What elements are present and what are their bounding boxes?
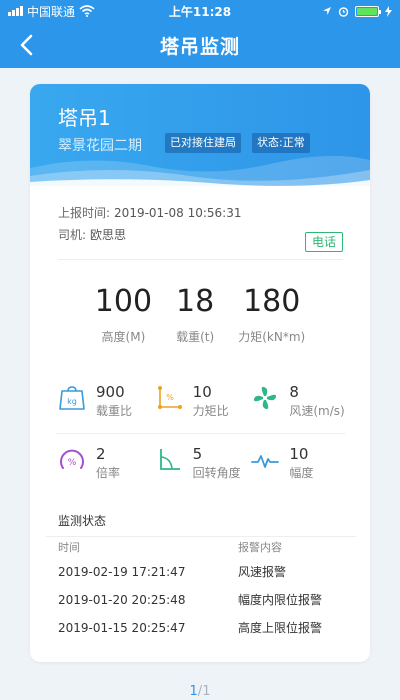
fan-icon (254, 386, 277, 410)
alarm-clock-icon (338, 6, 349, 17)
height-value: 100 (94, 284, 153, 319)
metric-wind-speed: 8 风速(m/s) (249, 382, 346, 433)
location-icon (323, 7, 331, 15)
signal-icon (8, 6, 23, 16)
crane-card: 塔吊1 翠景花园二期 已对接住建局 状态:正常 上报时间: 2019-01-08… (30, 84, 370, 662)
metric-value: 10 (192, 383, 212, 401)
row-alarm: 风速报警 (238, 565, 287, 579)
header-alarm: 报警内容 (238, 541, 282, 554)
row-alarm: 高度上限位报警 (238, 621, 323, 635)
table-header: 时间 报警内容 (46, 536, 356, 558)
report-time-value: 2019-01-08 10:56:31 (114, 206, 242, 220)
metric-label: 风速(m/s) (289, 404, 345, 418)
angle-icon (159, 449, 180, 470)
metric-label: 力矩比 (192, 404, 229, 418)
row-time: 2019-01-15 20:25:47 (58, 621, 186, 635)
status-time: 上午11:28 (168, 4, 232, 19)
percent-icon-text: % (166, 393, 174, 402)
height-stat: 100 高度(M) (95, 284, 152, 354)
metric-label: 幅度 (289, 466, 314, 480)
metric-label: 回转角度 (192, 466, 241, 480)
moment-label: 力矩(kN*m) (238, 330, 306, 344)
table-row[interactable]: 2019-01-15 20:25:47 高度上限位报警 (46, 614, 356, 642)
metric-value: 8 (289, 383, 299, 401)
tag-housing-bureau: 已对接住建局 (165, 133, 241, 153)
gauge-percent-icon: % (60, 449, 84, 469)
header-time: 时间 (58, 541, 80, 554)
metric-load-ratio: kg 900 载重比 (56, 382, 153, 433)
status-bar: 中国联通 上午11:28 (0, 0, 400, 22)
gauge-icon-text: % (68, 458, 77, 468)
page-indicator: 1/1 (0, 684, 400, 699)
status-badge: 状态:正常 (252, 133, 310, 153)
metrics-grid: kg 900 载重比 % 10 力矩比 8 风速(m/s) % 2 倍率 5 回… (56, 382, 346, 506)
metric-amplitude: 10 幅度 (249, 444, 346, 496)
table-row[interactable]: 2019-01-20 20:25:48 幅度内限位报警 (46, 586, 356, 614)
weight-kg-icon: kg (59, 386, 85, 410)
row-time: 2019-01-20 20:25:48 (58, 593, 186, 607)
load-value: 18 (176, 284, 215, 319)
moment-stat: 180 力矩(kN*m) (238, 284, 305, 354)
metric-value: 2 (96, 445, 106, 463)
height-label: 高度(M) (101, 330, 146, 344)
row-alarm: 幅度内限位报警 (238, 593, 323, 607)
metric-label: 倍率 (96, 466, 121, 480)
driver-label: 司机: (58, 228, 87, 242)
page-title: 塔吊监测 (159, 35, 240, 58)
chevron-left-icon (20, 34, 33, 56)
report-time-row: 上报时间: 2019-01-08 10:56:31 (58, 202, 343, 224)
nav-bar: 塔吊监测 (0, 22, 400, 68)
metric-value: 10 (289, 445, 309, 463)
monitor-section-title: 监测状态 (58, 514, 107, 528)
pulse-icon (251, 455, 280, 468)
metric-value: 5 (192, 445, 203, 463)
metrics-row: % 2 倍率 5 回转角度 10 幅度 (56, 444, 346, 496)
load-label: 载重(t) (176, 330, 215, 344)
driver-row: 司机: 欧思思 (58, 224, 343, 246)
report-time-label: 上报时间: (58, 206, 111, 220)
metric-value: 900 (96, 383, 125, 401)
battery-icon (355, 5, 381, 17)
moment-value: 180 (243, 284, 301, 319)
page-current: 1 (189, 684, 198, 699)
moment-percent-icon: % (157, 386, 182, 409)
crane-header: 塔吊1 翠景花园二期 已对接住建局 状态:正常 (30, 84, 370, 186)
report-info: 上报时间: 2019-01-08 10:56:31 司机: 欧思思 电话 (58, 202, 343, 260)
metric-multiplier: % 2 倍率 (56, 444, 153, 496)
alarm-table: 时间 报警内容 2019-02-19 17:21:47 风速报警 2019-01… (46, 536, 356, 642)
load-stat: 18 载重(t) (176, 284, 214, 354)
crane-name: 塔吊1 (58, 106, 111, 130)
page-total: 1 (202, 684, 211, 699)
driver-name: 欧思思 (90, 228, 127, 242)
charging-icon (385, 5, 392, 17)
metrics-row: kg 900 载重比 % 10 力矩比 8 风速(m/s) (56, 382, 346, 434)
metric-rotation-angle: 5 回转角度 (153, 444, 250, 496)
carrier-name: 中国联通 (27, 4, 76, 19)
back-button[interactable] (10, 29, 42, 61)
kg-icon-text: kg (67, 397, 77, 406)
main-stats: 100 高度(M) 18 载重(t) 180 力矩(kN*m) (30, 284, 370, 354)
metric-label: 载重比 (96, 404, 133, 418)
project-name: 翠景花园二期 (58, 138, 142, 154)
row-time: 2019-02-19 17:21:47 (58, 565, 186, 579)
wifi-icon (79, 5, 95, 17)
table-row[interactable]: 2019-02-19 17:21:47 风速报警 (46, 558, 356, 586)
metric-moment-ratio: % 10 力矩比 (153, 382, 250, 433)
phone-button[interactable]: 电话 (304, 232, 343, 252)
